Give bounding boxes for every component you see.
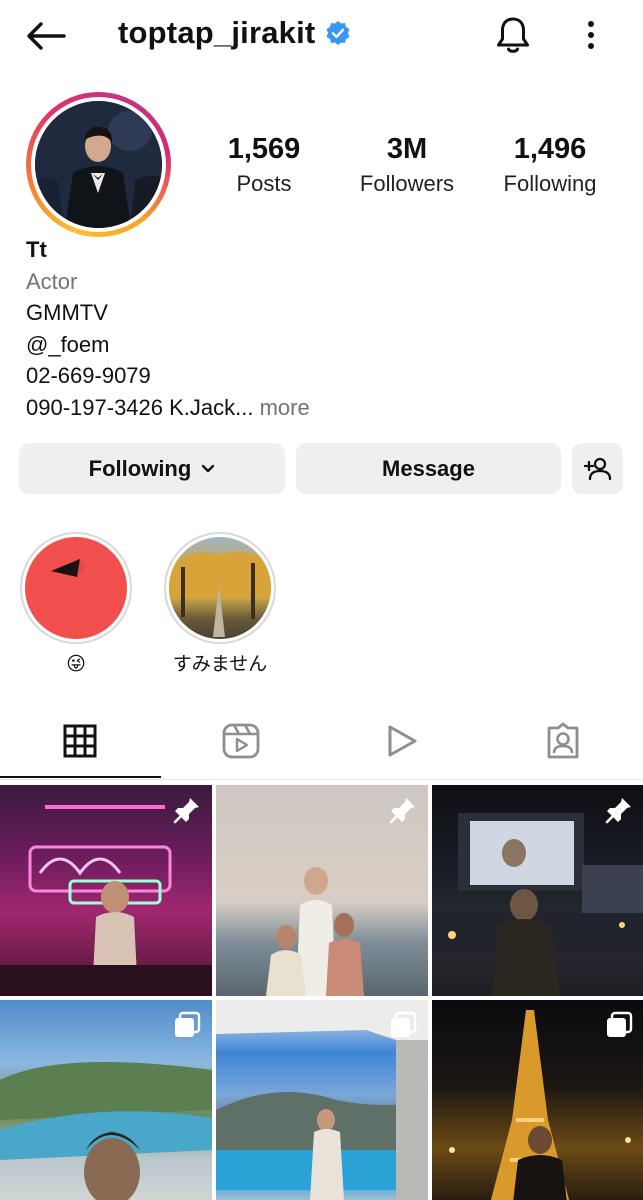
posts-count-label: Posts [236,171,292,196]
posts-count-value: 1,569 [227,133,301,165]
highlight-label: すみません [172,654,268,675]
story-highlight[interactable]: 😜 [20,532,132,678]
pin-icon [605,798,631,824]
following-button[interactable]: Following [19,443,285,494]
following-count[interactable]: 1,496 Following [490,130,610,200]
message-button[interactable]: Message [296,443,561,494]
highlight-cover [169,537,271,639]
add-person-icon [583,457,611,480]
bio-line: GMMTV [26,300,108,325]
carousel-badge [172,1010,202,1040]
carousel-icon [175,1011,201,1037]
bio-last-line: 090-197-3426 K.Jack... more [26,392,616,424]
bell-icon [497,17,529,53]
avatar-photo [35,101,162,228]
tab-tagged[interactable] [483,706,643,776]
arrow-left-icon [27,22,66,50]
tagged-icon [547,722,579,759]
pinned-badge [388,795,418,825]
bio-phone-line: 02-669-9079 [26,363,151,388]
videos-icon [388,725,417,757]
divider [0,779,643,780]
carousel-icon [391,1011,417,1037]
more-options-button[interactable] [572,12,610,58]
chevron-down-icon [202,464,215,472]
following-count-value: 1,496 [513,133,587,165]
profile-category: Actor [26,268,78,294]
avatar [35,101,162,228]
profile-avatar-story-ring[interactable] [26,92,171,237]
more-vertical-icon [588,21,594,49]
display-name: Tt [26,237,47,262]
verified-badge-icon [326,21,350,45]
post-thumbnail[interactable] [216,1000,428,1200]
highlight-label: 😜 [66,654,86,675]
top-bar: toptap_jirakit [0,0,643,72]
followers-count-value: 3M [386,133,428,165]
story-highlight[interactable]: すみません [164,532,276,678]
post-thumbnail[interactable] [0,1000,212,1200]
tab-reels[interactable] [161,706,321,776]
following-button-label: Following [88,455,192,481]
post-thumbnail[interactable] [432,1000,643,1200]
reels-icon [222,723,260,759]
following-count-label: Following [503,171,597,196]
pin-icon [173,798,199,824]
posts-count[interactable]: 1,569 Posts [200,130,328,200]
active-tab-indicator [0,776,161,778]
pinned-badge [172,795,202,825]
post-thumbnail[interactable] [216,785,428,996]
profile-bio: Tt Actor GMMTV @_foem 02-669-9079 090-19… [26,234,616,423]
post-thumbnail[interactable] [432,785,643,996]
username-text: toptap_jirakit [118,15,316,50]
notifications-button[interactable] [490,12,536,58]
back-button[interactable] [22,14,70,58]
bio-mention-link[interactable]: @_foem [26,329,616,361]
message-button-label: Message [382,455,475,481]
grid-icon [63,724,97,758]
highlight-cover [25,537,127,639]
pinned-badge [604,795,634,825]
carousel-badge [604,1010,634,1040]
tab-videos[interactable] [322,706,482,776]
bio-more-link[interactable]: more [253,395,310,420]
followers-count[interactable]: 3M Followers [345,130,469,200]
carousel-icon [607,1011,633,1037]
suggested-people-button[interactable] [572,443,623,494]
bio-truncated-text: 090-197-3426 K.Jack... [26,394,254,420]
carousel-badge [388,1010,418,1040]
post-thumbnail[interactable] [0,785,212,996]
followers-count-label: Followers [359,171,455,196]
pin-icon [389,798,415,824]
profile-username: toptap_jirakit [118,15,351,51]
tab-posts-grid[interactable] [0,706,160,776]
